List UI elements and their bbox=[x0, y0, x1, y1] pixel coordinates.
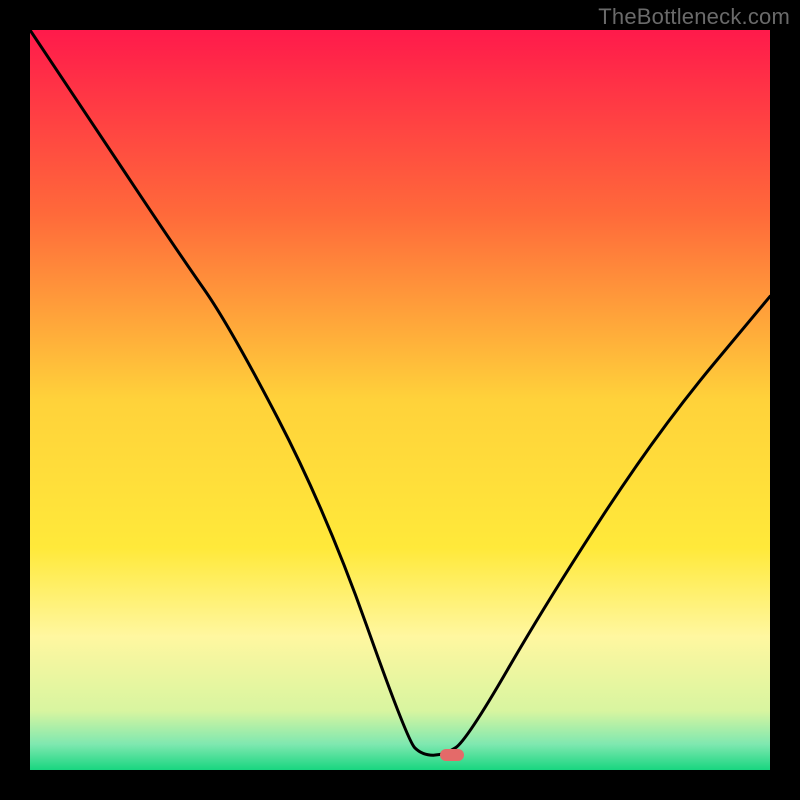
watermark-text: TheBottleneck.com bbox=[598, 4, 790, 30]
chart-svg bbox=[30, 30, 770, 770]
chart-container: TheBottleneck.com bbox=[0, 0, 800, 800]
optimal-point-marker bbox=[440, 749, 464, 761]
gradient-background bbox=[30, 30, 770, 770]
plot-area bbox=[30, 30, 770, 770]
